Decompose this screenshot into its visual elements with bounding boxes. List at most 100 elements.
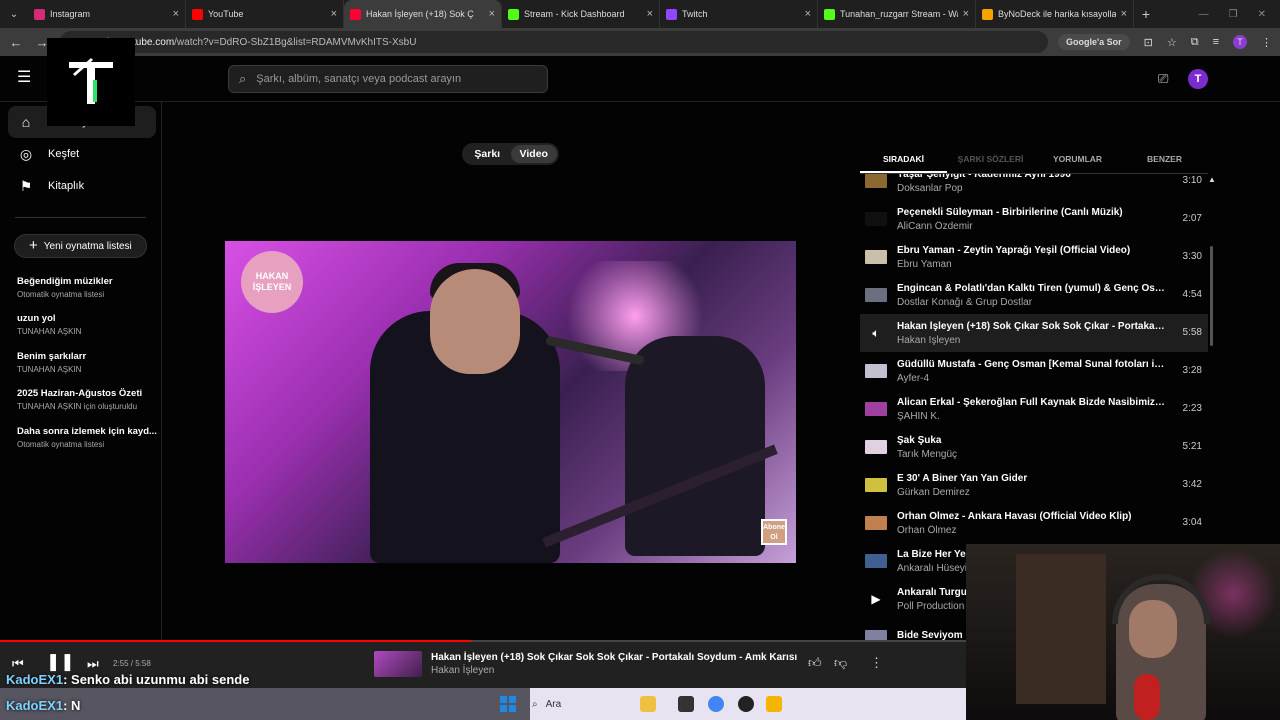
account-avatar[interactable]: T xyxy=(1188,69,1208,89)
queue-row[interactable]: Engincan & Polatlı'dan Kalktı Tiren (yum… xyxy=(860,276,1208,314)
now-playing-title[interactable]: Hakan İşleyen (+18) Sok Çıkar Sok Sok Çı… xyxy=(431,652,797,663)
queue-duration: 5:21 xyxy=(1182,441,1202,452)
tab-favicon-icon xyxy=(982,8,993,20)
sidebar-item-2[interactable]: ⚑ Kitaplık xyxy=(8,170,156,202)
queue-row[interactable]: Ebru Yaman - Zeytin Yaprağı Yeşil (Offic… xyxy=(860,238,1208,276)
more-options-icon[interactable]: ⋮ xyxy=(870,655,883,671)
tab-close-icon[interactable]: × xyxy=(1121,8,1127,20)
queue-text: Yaşar Şenyiğit - Kaderimiz Aynı 1996 Doks… xyxy=(897,174,1165,194)
queue-row[interactable]: Güdüllü Mustafa - Genç Osman [Kemal Suna… xyxy=(860,352,1208,390)
queue-tab[interactable]: BENZER xyxy=(1121,146,1208,173)
play-icon[interactable]: ▶ xyxy=(865,592,887,606)
widgets-icon[interactable] xyxy=(640,696,656,712)
webcam-background-door xyxy=(1016,554,1106,704)
queue-row[interactable]: E 30' A Biner Yan Yan Gider Gürkan Demire… xyxy=(860,466,1208,504)
browser-tab[interactable]: Tunahan_ruzgarr Stream - Wat × xyxy=(818,0,976,28)
tab-close-icon[interactable]: × xyxy=(963,8,969,20)
playlist-name: Daha sonra izlemek için kayd... xyxy=(17,426,157,437)
queue-artist: Ebru Yaman xyxy=(897,258,952,270)
task-view-icon[interactable] xyxy=(678,696,694,712)
queue-scrollbar[interactable] xyxy=(1210,246,1213,346)
chat-text: : N xyxy=(63,698,81,713)
tab-close-icon[interactable]: × xyxy=(173,8,179,20)
browser-profile-avatar[interactable]: T xyxy=(1233,35,1247,49)
browser-tab[interactable]: Stream - Kick Dashboard × xyxy=(502,0,660,28)
browser-tab[interactable]: YouTube × xyxy=(186,0,344,28)
back-icon[interactable]: ← xyxy=(8,35,24,50)
queue-row[interactable]: Peçenekli Süleyman - Birbirilerine (Canl… xyxy=(860,200,1208,238)
queue-artist: AliCann Özdemir xyxy=(897,220,973,232)
sidebar-playlist[interactable]: Benim şarkılarr TUNAHAN AŞKIN xyxy=(17,351,157,374)
dislike-icon[interactable]: 👎︎ xyxy=(834,655,847,671)
browser-tab[interactable]: Hakan İşleyen (+18) Sok Ç × xyxy=(344,0,502,28)
toggle-song[interactable]: Şarkı xyxy=(464,145,511,163)
google-ask-button[interactable]: Google'a Sor xyxy=(1057,34,1130,50)
queue-thumbnail xyxy=(865,174,887,188)
queue-tab[interactable]: SIRADAKİ xyxy=(860,146,947,173)
tab-close-icon[interactable]: × xyxy=(805,8,811,20)
queue-row[interactable]: Yaşar Şenyiğit - Kaderimiz Aynı 1996 Doks… xyxy=(860,174,1208,200)
tab-close-icon[interactable]: × xyxy=(331,8,337,20)
chrome-icon[interactable] xyxy=(708,696,724,712)
like-icon[interactable]: 👍︎ xyxy=(808,655,822,671)
url-omnibox[interactable]: music.youtube.com/watch?v=DdRO-SbZ1Bg&li… xyxy=(60,31,1048,53)
queue-artist: Doksanlar Pop xyxy=(897,182,963,194)
tab-close-icon[interactable]: × xyxy=(647,8,653,20)
browser-tab[interactable]: ByNoDeck ile harika kısayollar × xyxy=(976,0,1134,28)
tt-logo-icon xyxy=(69,58,113,104)
tab-search-dropdown-icon[interactable]: ⌄ xyxy=(0,9,28,20)
previous-track-icon[interactable]: ⏮ xyxy=(12,656,24,672)
queue-tab[interactable]: YORUMLAR xyxy=(1034,146,1121,173)
progress-bar[interactable] xyxy=(0,640,966,642)
browser-menu-icon[interactable]: ⋮ xyxy=(1261,36,1272,49)
install-app-icon[interactable]: ⊡ xyxy=(1144,36,1153,49)
tab-favicon-icon xyxy=(34,8,45,20)
queue-duration: 3:10 xyxy=(1182,175,1202,186)
new-tab-button[interactable]: + xyxy=(1134,6,1158,22)
search-input[interactable] xyxy=(256,73,517,85)
queue-row[interactable]: Alican Erkal - Şekeroğlan Full Kaynak Bi… xyxy=(860,390,1208,428)
video-player[interactable]: HAKAN İŞLEYEN Abone Ol xyxy=(225,241,796,563)
sidebar-playlist[interactable]: uzun yol TUNAHAN AŞKIN xyxy=(17,313,157,336)
sidebar: ⌂Ana sayfa◎Keşfet⚑Kitaplık + Yeni oynatm… xyxy=(0,102,162,640)
tab-close-icon[interactable]: × xyxy=(489,8,495,20)
queue-tab[interactable]: ŞARKI SÖZLERİ xyxy=(947,146,1034,173)
file-explorer-icon[interactable] xyxy=(766,696,782,712)
obs-icon[interactable] xyxy=(738,696,754,712)
cast-icon[interactable]: ⎚ xyxy=(1158,71,1168,87)
playlist-subtitle: Otomatik oynatma listesi xyxy=(17,290,105,299)
sidebar-item-1[interactable]: ◎ Keşfet xyxy=(8,138,156,170)
queue-thumbnail xyxy=(865,478,887,492)
tab-favicon-icon xyxy=(824,8,835,20)
queue-title: Yaşar Şenyiğit - Kaderimiz Aynı 1996 xyxy=(897,174,1071,180)
chat-user: KadoEX1 xyxy=(6,672,64,687)
bookmark-star-icon[interactable]: ☆ xyxy=(1167,36,1177,49)
sidebar-playlist[interactable]: Beğendiğim müzikler Otomatik oynatma list… xyxy=(17,276,157,299)
next-track-icon[interactable]: ⏭ xyxy=(87,656,99,672)
queue-row[interactable]: Orhan Ölmez - Ankara Havası (Official Vi… xyxy=(860,504,1208,542)
browser-tab[interactable]: Twitch × xyxy=(660,0,818,28)
minimize-icon[interactable]: — xyxy=(1199,9,1209,20)
queue-text: Hakan İşleyen (+18) Sok Çıkar Sok Sok Çı… xyxy=(897,321,1165,346)
new-playlist-button[interactable]: + Yeni oynatma listesi xyxy=(14,234,147,258)
queue-row-now-playing[interactable]: 🔈︎ Hakan İşleyen (+18) Sok Çıkar Sok Sok … xyxy=(860,314,1208,352)
scroll-up-icon[interactable]: ▲ xyxy=(1208,175,1216,184)
search-icon: ⌕ xyxy=(239,71,247,86)
toggle-video[interactable]: Video xyxy=(510,145,557,163)
queue-row[interactable]: Şak Şuka Tarık Mengüç 5:21 xyxy=(860,428,1208,466)
extensions-icon[interactable]: ⧉ xyxy=(1191,36,1199,49)
browser-tab[interactable]: Instagram × xyxy=(28,0,186,28)
channel-logo-overlay xyxy=(47,38,135,126)
pause-icon[interactable]: ❚❚ xyxy=(46,652,75,672)
restore-icon[interactable]: ❐ xyxy=(1229,9,1238,20)
sidebar-playlist[interactable]: Daha sonra izlemek için kayd... Otomatik … xyxy=(17,426,157,449)
windows-start-icon[interactable] xyxy=(500,696,516,712)
sidebar-playlist[interactable]: 2025 Haziran-Ağustos Özeti TUNAHAN AŞKIN … xyxy=(17,388,157,411)
search-box[interactable]: ⌕ xyxy=(228,65,548,93)
playback-time: 2:55 / 5:58 xyxy=(113,659,151,668)
queue-artist: Tarık Mengüç xyxy=(897,448,958,460)
media-controls-icon[interactable]: ≡ xyxy=(1213,36,1219,48)
close-window-icon[interactable]: ✕ xyxy=(1258,9,1266,20)
tab-strip: Instagram × YouTube × Hakan İşleyen (+18) So… xyxy=(28,0,1134,28)
hamburger-menu-icon[interactable]: ☰ xyxy=(17,70,33,86)
